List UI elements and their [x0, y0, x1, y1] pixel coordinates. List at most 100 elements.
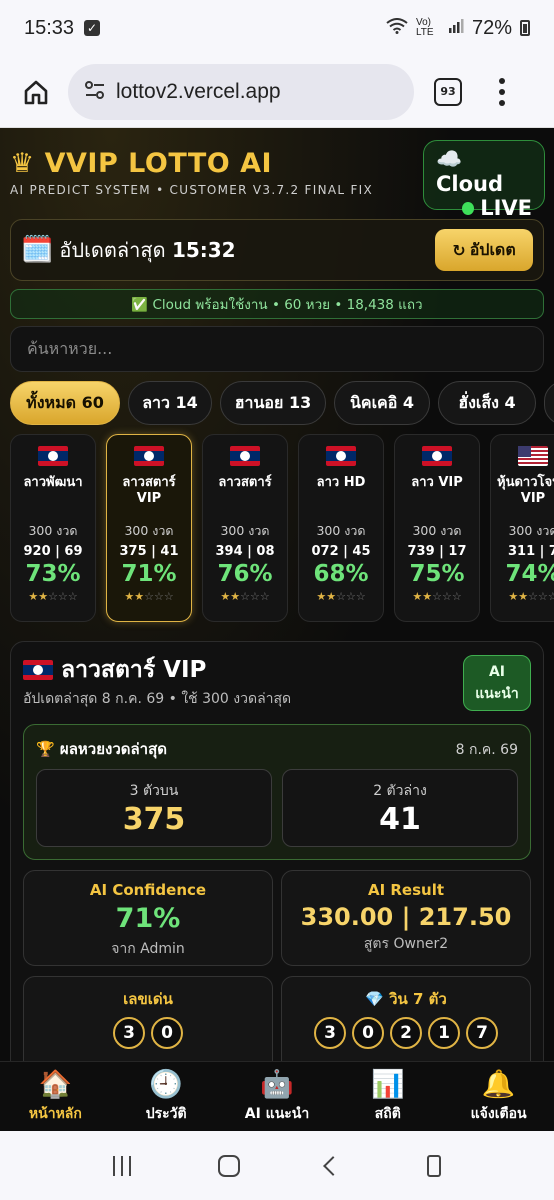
- site-settings-icon[interactable]: [84, 80, 106, 104]
- lottery-card-percent: 68%: [313, 561, 369, 587]
- clock-icon: 🕘: [149, 1068, 183, 1100]
- tab-stats[interactable]: 📊 สถิติ: [332, 1062, 443, 1131]
- rotate-icon[interactable]: [426, 1154, 441, 1177]
- us-flag-icon: [518, 446, 548, 466]
- lottery-card-numbers: 311 | 7: [508, 544, 554, 559]
- number-ball: 2: [390, 1017, 422, 1049]
- filter-chip-all[interactable]: ทั้งหมด 60: [10, 381, 120, 425]
- signal-icon: [448, 18, 464, 39]
- star-icon: ★: [220, 590, 231, 603]
- lottery-card[interactable]: หุ้นดาวโจนส์ VIP300 งวด311 | 774%★★☆☆☆: [490, 434, 554, 622]
- lottery-card-numbers: 375 | 41: [119, 544, 179, 559]
- star-icon: ☆: [345, 590, 356, 603]
- number-ball: 0: [352, 1017, 384, 1049]
- latest-result-box: 🏆 ผลหวยงวดล่าสุด 8 ก.ค. 69 3 ตัวบน 375 2…: [23, 724, 531, 860]
- star-icon: ☆: [249, 590, 260, 603]
- ai-confidence-label: AI Confidence: [89, 881, 207, 899]
- star-icon: ☆: [240, 590, 250, 603]
- lottery-card-numbers: 394 | 08: [215, 544, 275, 559]
- tab-ai-recommend-label: AI แนะนำ: [244, 1105, 310, 1122]
- star-rating: ★★☆☆☆: [220, 590, 269, 603]
- lottery-card[interactable]: ลาว HD 300 งวด 072 | 45 68% ★★☆☆☆: [298, 434, 384, 622]
- bottom2-label: 2 ตัวล่าง: [373, 783, 427, 799]
- refresh-button[interactable]: ↻ อัปเดต: [435, 229, 533, 271]
- back-button[interactable]: [323, 1155, 344, 1176]
- ai-result-source: สูตร Owner2: [363, 936, 449, 952]
- lottery-card-percent: 75%: [409, 561, 465, 587]
- star-icon: ☆: [144, 590, 154, 603]
- browser-home-button[interactable]: [14, 70, 58, 114]
- tab-home[interactable]: 🏠 หน้าหลัก: [0, 1062, 111, 1131]
- star-icon: ☆: [355, 590, 366, 603]
- tab-ai-recommend[interactable]: 🤖 AI แนะนำ: [222, 1062, 333, 1131]
- lottery-card-name: ลาวสตาร์: [218, 475, 272, 490]
- browser-menu-button[interactable]: [498, 77, 506, 106]
- star-icon: ☆: [336, 590, 346, 603]
- search-input[interactable]: ค้นหาหวย...: [10, 326, 544, 372]
- win7-card: 💎 วิน 7 ตัว 3 0 2 1 7: [281, 976, 531, 1061]
- star-icon: ☆: [259, 590, 270, 603]
- key-numbers-card: เลขเด่น 3 0: [23, 976, 273, 1061]
- lottery-card-draws: 300 งวด: [412, 523, 462, 538]
- lottery-card-draws: 300 งวด: [124, 523, 174, 538]
- ai-result-value: 330.00 | 217.50: [300, 903, 512, 931]
- bell-icon: 🔔: [481, 1068, 516, 1100]
- address-bar[interactable]: lottov2.vercel.app: [68, 63, 414, 120]
- ai-confidence-card: AI Confidence 71% จาก Admin: [23, 870, 273, 966]
- lottery-card[interactable]: ลาวสตาร์ 300 งวด 394 | 08 76% ★★☆☆☆: [202, 434, 288, 622]
- lottery-card-draws: 300 งวด: [316, 523, 366, 538]
- filter-chip-more[interactable]: [544, 381, 554, 425]
- lottery-card[interactable]: ลาวพัฒนา 300 งวด 920 | 69 73% ★★☆☆☆: [10, 434, 96, 622]
- laos-flag-icon: [134, 446, 164, 466]
- recent-apps-button[interactable]: [113, 1155, 132, 1176]
- home-icon: [24, 80, 48, 104]
- calendar-icon: 🗓️: [21, 235, 54, 265]
- key-numbers-label: เลขเด่น: [123, 990, 173, 1008]
- lottery-card-percent: 73%: [25, 561, 81, 587]
- star-rating: ★★☆☆☆: [508, 590, 554, 603]
- star-icon: ★: [134, 590, 145, 603]
- brand-subtitle: AI PREDICT SYSTEM • CUSTOMER V3.7.2 FINA…: [10, 183, 374, 197]
- ai-confidence-source: จาก Admin: [111, 941, 185, 957]
- lottery-card-draws: 300 งวด: [28, 523, 78, 538]
- tab-history[interactable]: 🕘 ประวัติ: [111, 1062, 222, 1131]
- battery-icon: [520, 20, 530, 36]
- lottery-card-percent: 71%: [121, 561, 177, 587]
- system-home-button[interactable]: [217, 1154, 240, 1177]
- star-icon: ☆: [441, 590, 452, 603]
- star-icon: ☆: [48, 590, 58, 603]
- filter-chip-lao[interactable]: ลาว 14: [128, 381, 212, 425]
- latest-result-date: 8 ก.ค. 69: [455, 742, 518, 758]
- filter-chip-hanoi[interactable]: ฮานอย 13: [220, 381, 326, 425]
- last-update-time: 15:32: [171, 238, 236, 262]
- browser-toolbar: lottov2.vercel.app 93: [0, 56, 554, 128]
- lottery-card-draws: 300 งวด: [220, 523, 270, 538]
- lottery-card[interactable]: ลาว VIP 300 งวด 739 | 17 75% ★★☆☆☆: [394, 434, 480, 622]
- star-rating: ★★☆☆☆: [412, 590, 461, 603]
- trophy-icon: 🏆: [36, 740, 55, 758]
- app-viewport: ♛ VVIP LOTTO AI AI PREDICT SYSTEM • CUST…: [0, 128, 554, 1061]
- star-icon: ★: [28, 590, 39, 603]
- star-icon: ☆: [537, 590, 548, 603]
- star-rating: ★★☆☆☆: [28, 590, 77, 603]
- star-icon: ★: [124, 590, 135, 603]
- live-label: LIVE: [480, 196, 532, 220]
- ai-recommend-button[interactable]: AI แนะนำ: [463, 655, 531, 711]
- wifi-icon: [386, 17, 408, 39]
- brand-header: ♛ VVIP LOTTO AI AI PREDICT SYSTEM • CUST…: [10, 148, 373, 197]
- ai-result-card: AI Result 330.00 | 217.50 สูตร Owner2: [281, 870, 531, 966]
- filter-chip-hangseng[interactable]: ฮั่งเส็ง 4: [438, 381, 536, 425]
- url-text: lottov2.vercel.app: [116, 79, 281, 103]
- category-filter-row: ทั้งหมด 60 ลาว 14 ฮานอย 13 นิคเคอิ 4 ฮั่…: [10, 381, 554, 425]
- filter-chip-nikkei[interactable]: นิคเคอิ 4: [334, 381, 430, 425]
- cloud-icon: ☁️: [436, 147, 463, 171]
- tab-notifications[interactable]: 🔔 แจ้งเตือน: [443, 1062, 554, 1131]
- live-dot-icon: [462, 201, 475, 215]
- lottery-card[interactable]: ลาวสตาร์ VIP 300 งวด 375 | 41 71% ★★☆☆☆: [106, 434, 192, 622]
- ai-confidence-value: 71%: [115, 903, 181, 934]
- tab-switcher-button[interactable]: 93: [434, 77, 462, 106]
- detail-subtitle: อัปเดตล่าสุด 8 ก.ค. 69 • ใช้ 300 งวดล่าส…: [23, 691, 292, 707]
- star-icon: ★: [422, 590, 433, 603]
- star-icon: ☆: [548, 590, 554, 603]
- refresh-label: อัปเดต: [469, 239, 516, 259]
